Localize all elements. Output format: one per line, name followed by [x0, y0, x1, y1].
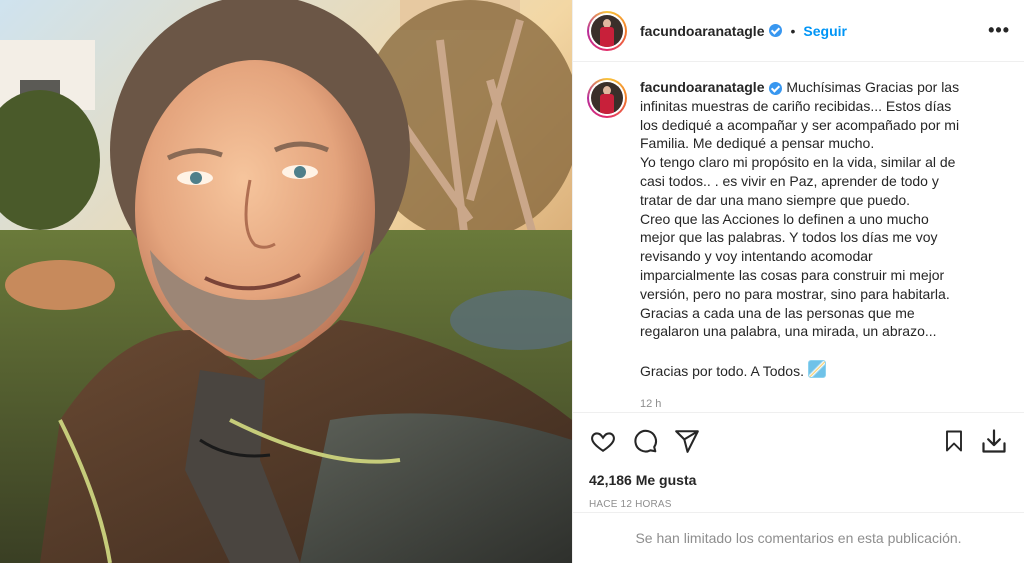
more-options-icon[interactable]: ••• [988, 20, 1010, 41]
post-header: facundoaranatagle • Seguir ••• [573, 0, 1024, 62]
caption-line: revisando y voy intentando acomodar [640, 248, 873, 265]
post-side-panel: facundoaranatagle • Seguir ••• facundoar… [572, 0, 1024, 563]
heart-icon[interactable] [589, 427, 617, 455]
caption-line: imparcialmente las cosas para construir … [640, 266, 945, 283]
caption-line: Familia. Me dediqué a pensar mucho. [640, 135, 875, 152]
post-caption: facundoaranatagle Muchísimas Gracias por… [640, 78, 990, 412]
caption-line: Gracias por todo. A Todos. [640, 362, 804, 379]
caption-line: Yo tengo claro mi propósito en la vida, … [640, 154, 956, 171]
caption-line: versión, pero no para mostrar, sino para… [640, 285, 950, 302]
follow-button[interactable]: Seguir [803, 23, 847, 39]
post-photo[interactable] [0, 0, 572, 563]
action-bar [573, 413, 1024, 469]
caption-line: mejor que las palabras. Y todos los días… [640, 229, 938, 246]
likes-count[interactable]: 42,186 Me gusta [573, 469, 1024, 491]
post-modal: facundoaranatagle • Seguir ••• facundoar… [0, 0, 1024, 563]
caption-line: Creo que las Acciones lo definen a uno m… [640, 210, 929, 227]
bookmark-icon[interactable] [940, 427, 968, 455]
comment-icon[interactable] [631, 427, 659, 455]
comments-limited-notice: Se han limitado los comentarios en esta … [573, 512, 1024, 563]
share-icon[interactable] [673, 427, 701, 455]
avatar[interactable] [587, 10, 627, 51]
download-icon[interactable] [980, 427, 1008, 455]
caption-avatar[interactable] [587, 78, 627, 118]
caption-line: casi todos.. . es vivir en Paz, aprender… [640, 172, 939, 189]
post-timestamp[interactable]: HACE 12 HORAS [573, 499, 1024, 510]
selfie-illustration [0, 0, 572, 563]
caption-line: los dediqué a acompañar y ser acompañado… [640, 116, 960, 133]
caption-line: infinitas muestras de cariño recibidas..… [640, 97, 952, 114]
caption-line: Gracias a cada una de las personas que m… [640, 304, 915, 321]
caption-area: facundoaranatagle Muchísimas Gracias por… [573, 62, 1024, 413]
caption-line: regalaron una palabra, una mirada, un ab… [640, 323, 937, 340]
verified-badge-icon [769, 24, 783, 37]
flag-emoji-icon [807, 359, 826, 378]
caption-line [640, 341, 990, 360]
avatar-image [591, 14, 623, 47]
avatar-image [591, 82, 623, 114]
caption-line: Muchísimas Gracias por las [786, 79, 960, 95]
username-link[interactable]: facundoaranatagle [640, 23, 764, 39]
caption-line: tratar de dar una mano siempre que puedo… [640, 191, 911, 208]
caption-username-link[interactable]: facundoaranatagle [640, 79, 764, 95]
caption-timestamp[interactable]: 12 h [640, 395, 990, 412]
verified-badge-icon [769, 81, 783, 95]
separator-dot: • [790, 22, 796, 39]
